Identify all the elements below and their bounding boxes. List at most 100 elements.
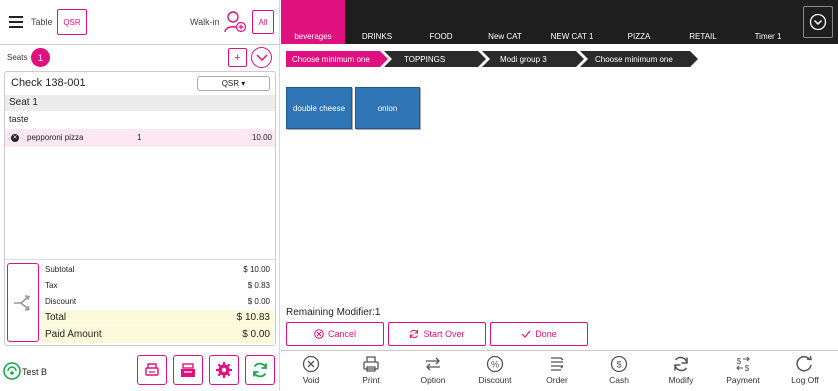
seats-row: Seats 1 + [0,46,280,68]
gear-icon [216,362,232,378]
logoff-label: Log Off [791,375,819,385]
user-name: Test B [22,367,48,377]
void-button[interactable]: Void [281,355,341,391]
subtotal-label: Subtotal [45,265,75,274]
category-tab-pizza[interactable]: PIZZA [607,0,671,44]
walkin-label: Walk-in [190,17,220,27]
totals-section: Subtotal $ 10.00 Tax $ 0.83 Discount $ 0… [5,259,275,345]
option-icon [426,357,440,371]
modifier-step-choose-minimum-one[interactable]: Choose minimum one [282,51,382,67]
category-tab-timer-1[interactable]: Timer 1 [735,0,801,44]
all-button[interactable]: All [252,10,274,34]
add-customer-icon[interactable] [224,10,246,34]
category-tab-drinks[interactable]: DRINKS [345,0,409,44]
svg-text:$: $ [616,360,621,370]
category-tab-new-cat[interactable]: New CAT [473,0,537,44]
logoff-button[interactable]: Log Off [775,355,835,391]
modify-icon [674,356,688,372]
item-qty: 1 [137,133,142,142]
cash-register-icon [181,363,195,377]
order-header: Table QSR Walk-in All [0,0,280,45]
logoff-icon [796,355,812,372]
order-label: Order [546,375,568,385]
seat-badge[interactable]: 1 [31,48,50,67]
paid-amount-label: Paid Amount [45,329,102,340]
svg-text:$: $ [737,357,742,366]
check-note: taste [9,114,29,124]
add-seat-button[interactable]: + [228,48,247,67]
discount-icon: % [486,355,504,373]
discount-row: Discount $ 0.00 [41,294,274,310]
discount-label: Discount [478,375,512,385]
order-icon [551,357,564,371]
item-price: 10.00 [251,133,272,142]
discount-button[interactable]: % Discount [465,355,525,391]
expand-seats-button[interactable] [251,47,272,68]
sync-button[interactable] [245,355,275,385]
category-bar: beverages DRINKS FOOD New CAT NEW CAT 1 … [281,0,838,44]
start-over-button[interactable]: Start Over [388,322,486,346]
modifier-step-toppings[interactable]: TOPPINGS [394,51,486,67]
tax-label: Tax [45,281,58,290]
item-name: pepporoni pizza [27,133,84,142]
modifier-step-modi-group-3[interactable]: Modi group 3 [490,51,582,67]
tax-value: $ 0.83 [247,281,270,290]
order-type-button[interactable]: QSR [57,9,87,35]
remaining-modifier: Remaining Modifier:1 [286,307,381,318]
discount-value: $ 0.00 [247,297,270,306]
payment-button[interactable]: $ $ Payment [713,355,773,391]
seats-label: Seats [7,53,28,62]
modifier-button-onion[interactable]: onion [355,87,420,129]
order-panel: Table QSR Walk-in All Seats 1 + Check 13… [0,0,280,391]
print-icon [363,356,379,372]
settings-button[interactable] [209,355,239,385]
category-tab-beverages[interactable]: beverages [281,0,345,44]
discount-label: Discount [45,297,77,306]
void-icon [302,355,320,373]
subtotal-value: $ 10.00 [243,265,270,274]
svg-text:%: % [491,360,499,370]
start-over-label: Start Over [423,329,465,339]
tax-row: Tax $ 0.83 [41,278,274,294]
cancel-icon [314,329,324,339]
cash-label: Cash [609,375,629,385]
print-button[interactable]: Print [341,355,401,391]
cancel-label: Cancel [327,329,356,339]
category-more-button[interactable] [803,6,833,38]
restart-icon [410,329,419,339]
category-tab-retail[interactable]: RETAIL [671,0,735,44]
total-label: Total [45,312,67,323]
category-tab-new-cat-1[interactable]: NEW CAT 1 [537,0,607,44]
remove-item-icon[interactable]: ✕ [11,134,19,142]
payment-label: Payment [726,375,760,385]
cash-button[interactable]: $ Cash [589,355,649,391]
void-label: Void [302,375,320,385]
check-title: Check 138-001 [11,77,86,89]
split-check-button[interactable] [7,263,39,342]
check-type-select[interactable]: QSR ▾ [197,76,270,91]
refresh-icon [253,362,267,378]
print-label: Print [362,375,380,385]
paid-amount-row: Paid Amount $ 0.00 [41,327,274,343]
order-item-row[interactable]: ✕ pepporoni pizza 1 10.00 [5,129,275,147]
cash-drawer-button[interactable] [173,355,203,385]
done-button[interactable]: Done [490,322,588,346]
cash-icon: $ [610,355,628,373]
kitchen-print-button[interactable] [137,355,167,385]
option-button[interactable]: Option [403,355,463,391]
category-tab-food[interactable]: FOOD [409,0,473,44]
connection-icon [3,362,21,380]
modifier-button-double-cheese[interactable]: double cheese [286,87,352,129]
total-value: $ 10.83 [236,312,270,323]
option-label: Option [420,375,446,385]
modify-button[interactable]: Modify [651,355,711,391]
split-icon [14,294,30,311]
menu-icon[interactable] [9,16,23,28]
modifier-step-choose-minimum-one-2[interactable]: Choose minimum one [585,51,693,67]
cancel-button[interactable]: Cancel [286,322,384,346]
order-button[interactable]: Order [527,355,587,391]
seat-header[interactable]: Seat 1 [5,95,275,111]
check-card: Check 138-001 QSR ▾ Seat 1 taste ✕ peppo… [4,71,276,346]
subtotal-row: Subtotal $ 10.00 [41,262,274,278]
action-toolbar: Void Print Option % Discount Order $ Cas… [281,350,838,391]
